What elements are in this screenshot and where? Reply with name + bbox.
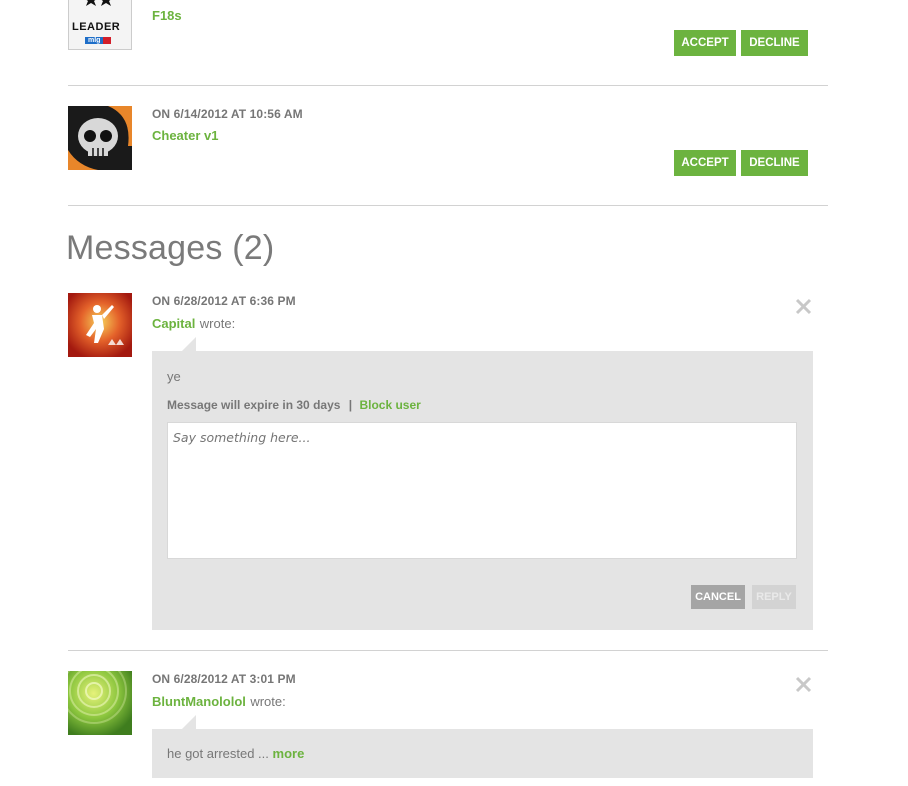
divider bbox=[68, 85, 828, 86]
message-body: ye bbox=[167, 369, 181, 384]
divider bbox=[68, 205, 828, 206]
request-user-name[interactable]: F18s bbox=[152, 8, 182, 23]
basketball-player-icon bbox=[68, 293, 132, 357]
close-icon[interactable] bbox=[794, 675, 814, 695]
message-preview: he got arrested ... more bbox=[167, 746, 304, 761]
decline-button[interactable]: DECLINE bbox=[741, 30, 808, 56]
close-icon[interactable] bbox=[794, 297, 814, 317]
message-sender-line: Capital wrote: bbox=[152, 315, 235, 333]
avatar-bluntmanololol[interactable] bbox=[68, 671, 132, 735]
cancel-button[interactable]: CANCEL bbox=[691, 585, 745, 609]
accept-button[interactable]: ACCEPT bbox=[674, 30, 736, 56]
reply-textarea[interactable] bbox=[167, 422, 797, 559]
avatar-leader[interactable]: LEADER mlg bbox=[68, 0, 132, 50]
request-user-name[interactable]: Cheater v1 bbox=[152, 128, 218, 143]
avatar-leader-text: LEADER bbox=[72, 21, 121, 33]
mlg-badge: mlg bbox=[85, 37, 112, 44]
more-link[interactable]: more bbox=[273, 746, 305, 761]
sender-name[interactable]: Capital bbox=[152, 316, 195, 331]
avatar-capital[interactable] bbox=[68, 293, 132, 357]
skull-icon bbox=[68, 106, 132, 170]
message-sender-line: BluntManololol wrote: bbox=[152, 693, 286, 711]
message-body: he got arrested ... bbox=[167, 746, 269, 761]
message-timestamp: ON 6/28/2012 AT 6:36 PM bbox=[152, 294, 296, 308]
sender-name[interactable]: BluntManololol bbox=[152, 694, 246, 709]
expire-notice: Message will expire in 30 days bbox=[167, 398, 341, 412]
decline-button[interactable]: DECLINE bbox=[741, 150, 808, 176]
divider bbox=[68, 650, 828, 651]
accept-button[interactable]: ACCEPT bbox=[674, 150, 736, 176]
reply-button[interactable]: REPLY bbox=[752, 585, 796, 609]
green-rings-icon bbox=[68, 671, 132, 735]
request-timestamp: ON 6/14/2012 AT 10:56 AM bbox=[152, 107, 303, 121]
message-meta: Message will expire in 30 days | Block u… bbox=[167, 398, 421, 412]
wrote-label: wrote: bbox=[250, 694, 286, 709]
wrote-label: wrote: bbox=[199, 316, 236, 331]
meta-separator: | bbox=[348, 398, 353, 412]
bubble-notch bbox=[182, 337, 196, 351]
message-timestamp: ON 6/28/2012 AT 3:01 PM bbox=[152, 672, 296, 686]
message-bubble: ye Message will expire in 30 days | Bloc… bbox=[152, 351, 813, 630]
message-bubble: he got arrested ... more bbox=[152, 729, 813, 778]
block-user-link[interactable]: Block user bbox=[359, 398, 420, 412]
messages-title: Messages (2) bbox=[66, 229, 275, 267]
avatar-cheater[interactable] bbox=[68, 106, 132, 170]
bubble-notch bbox=[182, 715, 196, 729]
